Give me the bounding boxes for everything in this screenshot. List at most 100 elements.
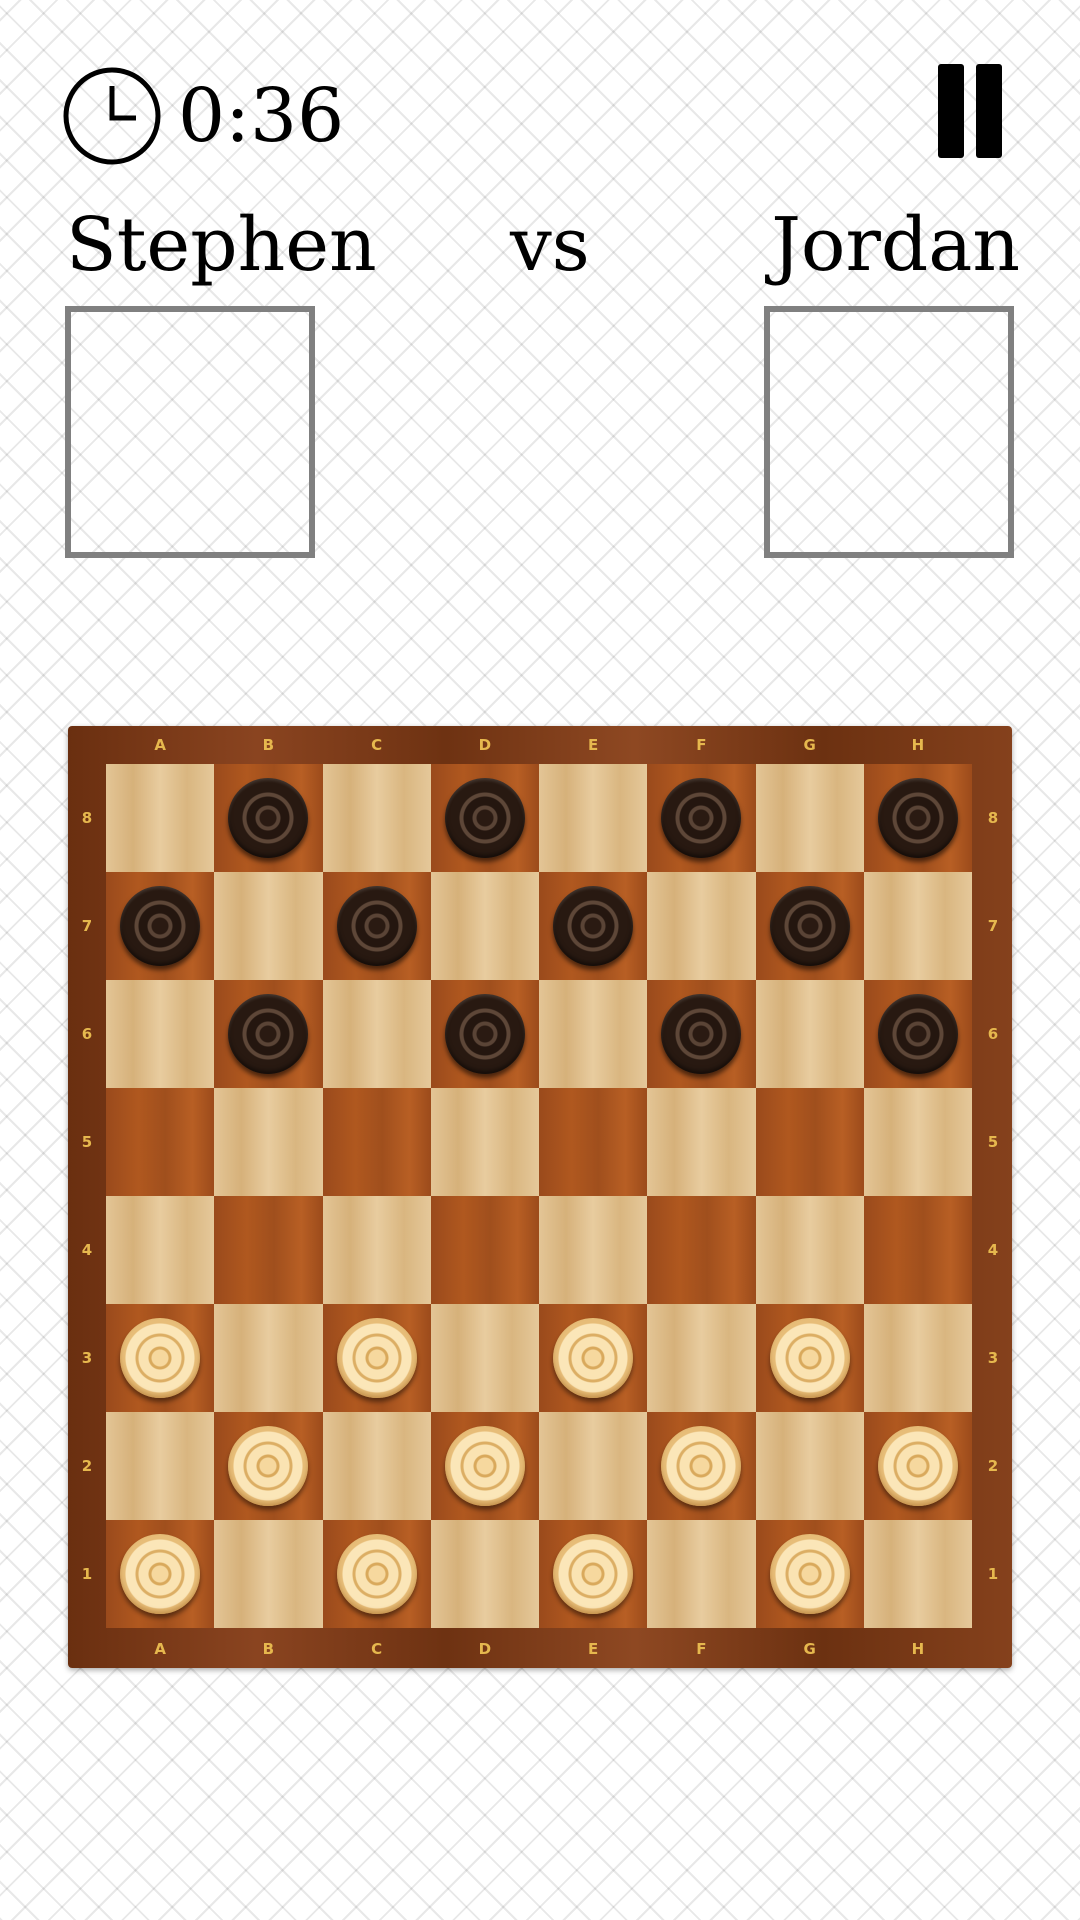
white-checker-piece[interactable] bbox=[877, 1426, 958, 1506]
board-grid bbox=[106, 764, 972, 1628]
square-A8[interactable] bbox=[106, 764, 215, 872]
square-H7[interactable] bbox=[863, 872, 972, 980]
square-A2[interactable] bbox=[106, 1412, 215, 1520]
square-D1[interactable] bbox=[430, 1520, 539, 1628]
file-label-bottom: F bbox=[696, 1640, 707, 1658]
rank-label-right: 7 bbox=[987, 917, 999, 935]
black-checker-piece[interactable] bbox=[444, 994, 525, 1074]
rank-label-left: 1 bbox=[81, 1565, 93, 1583]
square-F5[interactable] bbox=[647, 1088, 756, 1196]
square-D4[interactable] bbox=[430, 1196, 539, 1304]
square-B5[interactable] bbox=[214, 1088, 323, 1196]
rank-label-left: 2 bbox=[81, 1457, 93, 1475]
black-checker-piece[interactable] bbox=[228, 994, 309, 1074]
square-H1[interactable] bbox=[863, 1520, 972, 1628]
square-E5[interactable] bbox=[539, 1088, 648, 1196]
square-F1[interactable] bbox=[647, 1520, 756, 1628]
square-C6[interactable] bbox=[322, 980, 431, 1088]
black-checker-piece[interactable] bbox=[769, 886, 850, 966]
rank-label-right: 5 bbox=[987, 1133, 999, 1151]
square-C5[interactable] bbox=[322, 1088, 431, 1196]
white-checker-piece[interactable] bbox=[120, 1318, 201, 1398]
player-two-name: Jordan bbox=[771, 202, 1020, 288]
file-label-top: B bbox=[262, 736, 275, 754]
square-C2[interactable] bbox=[322, 1412, 431, 1520]
black-checker-piece[interactable] bbox=[661, 778, 742, 858]
white-checker-piece[interactable] bbox=[228, 1426, 309, 1506]
white-checker-piece[interactable] bbox=[444, 1426, 525, 1506]
black-checker-piece[interactable] bbox=[228, 778, 309, 858]
square-E2[interactable] bbox=[539, 1412, 648, 1520]
file-label-bottom: H bbox=[911, 1640, 925, 1658]
file-label-top: E bbox=[588, 736, 599, 754]
file-label-bottom: G bbox=[803, 1640, 816, 1658]
rank-label-right: 1 bbox=[987, 1565, 999, 1583]
white-checker-piece[interactable] bbox=[553, 1534, 634, 1614]
rank-label-right: 8 bbox=[987, 809, 999, 827]
square-F3[interactable] bbox=[647, 1304, 756, 1412]
file-label-top: D bbox=[478, 736, 492, 754]
square-D5[interactable] bbox=[430, 1088, 539, 1196]
square-G6[interactable] bbox=[755, 980, 864, 1088]
rank-label-left: 7 bbox=[81, 917, 93, 935]
black-checker-piece[interactable] bbox=[661, 994, 742, 1074]
rank-label-left: 5 bbox=[81, 1133, 93, 1151]
black-checker-piece[interactable] bbox=[553, 886, 634, 966]
white-checker-piece[interactable] bbox=[336, 1534, 417, 1614]
player-one-name: Stephen bbox=[66, 202, 377, 288]
square-B4[interactable] bbox=[214, 1196, 323, 1304]
file-label-top: F bbox=[696, 736, 707, 754]
square-C8[interactable] bbox=[322, 764, 431, 872]
checkers-board: A A B B C C D D E E F F G G H H 8 8 7 7 6 6 5 5 4 4 3 3 2 2 1 1 bbox=[68, 726, 1012, 1668]
white-checker-piece[interactable] bbox=[553, 1318, 634, 1398]
black-checker-piece[interactable] bbox=[336, 886, 417, 966]
square-E6[interactable] bbox=[539, 980, 648, 1088]
pause-button[interactable] bbox=[936, 64, 1004, 158]
file-label-top: A bbox=[154, 736, 166, 754]
rank-label-left: 3 bbox=[81, 1349, 93, 1367]
file-label-top: H bbox=[911, 736, 925, 754]
square-F4[interactable] bbox=[647, 1196, 756, 1304]
file-label-top: C bbox=[371, 736, 383, 754]
white-checker-piece[interactable] bbox=[336, 1318, 417, 1398]
rank-label-left: 4 bbox=[81, 1241, 93, 1259]
player-two-captured-pieces bbox=[764, 306, 1014, 558]
black-checker-piece[interactable] bbox=[877, 778, 958, 858]
game-timer: 0:36 bbox=[62, 64, 344, 168]
white-checker-piece[interactable] bbox=[769, 1534, 850, 1614]
square-H3[interactable] bbox=[863, 1304, 972, 1412]
square-E8[interactable] bbox=[539, 764, 648, 872]
timer-value: 0:36 bbox=[178, 73, 345, 159]
square-B7[interactable] bbox=[214, 872, 323, 980]
square-G2[interactable] bbox=[755, 1412, 864, 1520]
square-A5[interactable] bbox=[106, 1088, 215, 1196]
file-label-bottom: D bbox=[478, 1640, 492, 1658]
square-A4[interactable] bbox=[106, 1196, 215, 1304]
file-label-bottom: E bbox=[588, 1640, 599, 1658]
black-checker-piece[interactable] bbox=[877, 994, 958, 1074]
black-checker-piece[interactable] bbox=[444, 778, 525, 858]
square-E4[interactable] bbox=[539, 1196, 648, 1304]
white-checker-piece[interactable] bbox=[120, 1534, 201, 1614]
rank-label-right: 4 bbox=[987, 1241, 999, 1259]
black-checker-piece[interactable] bbox=[120, 886, 201, 966]
square-D7[interactable] bbox=[430, 872, 539, 980]
square-H4[interactable] bbox=[863, 1196, 972, 1304]
rank-label-right: 3 bbox=[987, 1349, 999, 1367]
square-G4[interactable] bbox=[755, 1196, 864, 1304]
square-A6[interactable] bbox=[106, 980, 215, 1088]
square-B1[interactable] bbox=[214, 1520, 323, 1628]
versus-label: vs bbox=[510, 202, 590, 288]
player-one-captured-pieces bbox=[65, 306, 315, 558]
square-B3[interactable] bbox=[214, 1304, 323, 1412]
rank-label-right: 2 bbox=[987, 1457, 999, 1475]
square-H5[interactable] bbox=[863, 1088, 972, 1196]
square-D3[interactable] bbox=[430, 1304, 539, 1412]
square-F7[interactable] bbox=[647, 872, 756, 980]
white-checker-piece[interactable] bbox=[769, 1318, 850, 1398]
square-C4[interactable] bbox=[322, 1196, 431, 1304]
square-G8[interactable] bbox=[755, 764, 864, 872]
white-checker-piece[interactable] bbox=[661, 1426, 742, 1506]
rank-label-right: 6 bbox=[987, 1025, 999, 1043]
square-G5[interactable] bbox=[755, 1088, 864, 1196]
